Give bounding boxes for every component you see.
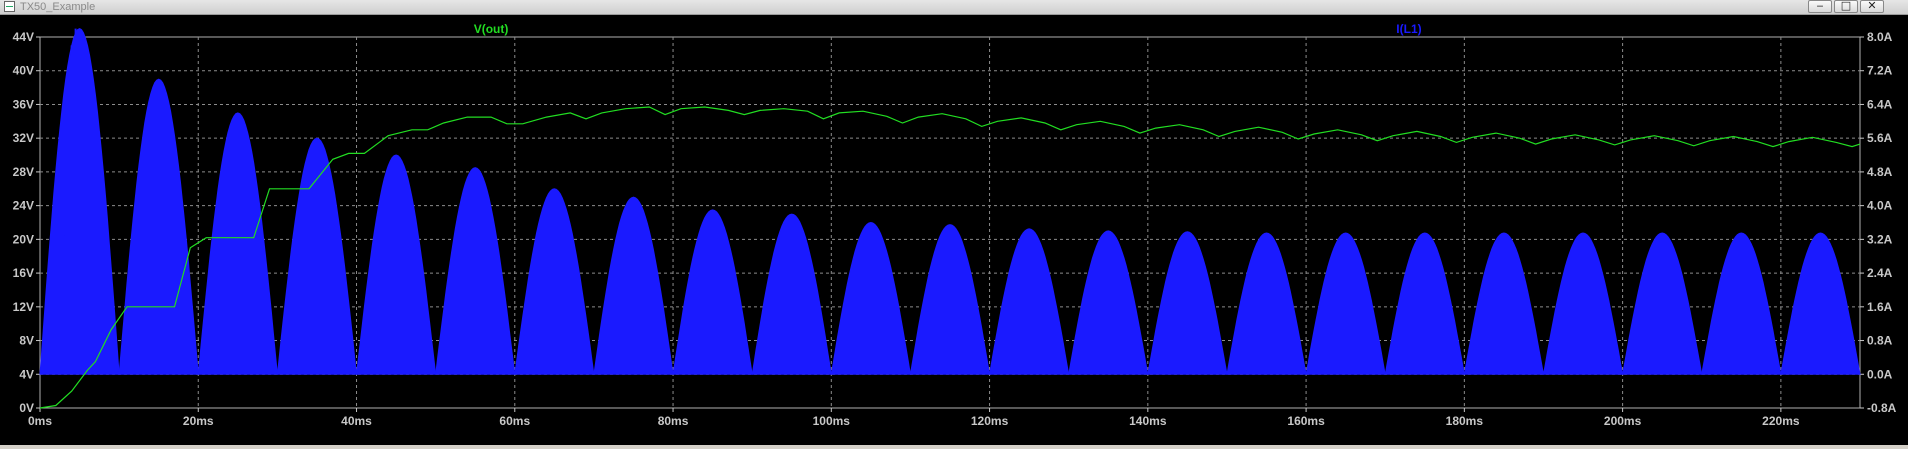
il1-current-pulse (1226, 232, 1307, 375)
il1-current-pulse (1701, 232, 1782, 375)
y-left-tick-label: 16V (13, 266, 34, 280)
il1-current-pulse (672, 209, 753, 375)
y-right-tick-label: 4.0A (1867, 199, 1893, 213)
x-tick-label: 200ms (1604, 414, 1642, 428)
x-tick-label: 160ms (1287, 414, 1325, 428)
il1-current-pulse (909, 224, 991, 375)
y-left-tick-label: 44V (13, 30, 34, 44)
x-tick-label: 100ms (813, 414, 851, 428)
close-icon: ✕ (1867, 0, 1877, 12)
waveform-plot-panel[interactable]: 0ms 20ms 40ms 60ms 80ms 100ms 120ms 140ms 160ms 1… (0, 15, 1908, 445)
y-right-tick-label: 5.6A (1867, 131, 1893, 145)
y-right-tick-label: 2.4A (1867, 266, 1893, 280)
il1-current-pulse (1780, 232, 1861, 375)
il1-current-pulse (1622, 232, 1703, 375)
y-left-tick-label: 0V (19, 401, 34, 415)
x-tick-label: 0ms (28, 414, 52, 428)
waveform-chart[interactable]: 0ms 20ms 40ms 60ms 80ms 100ms 120ms 140ms 160ms 1… (0, 15, 1908, 445)
il1-current-pulse (118, 78, 199, 375)
y-right-tick-label: 4.8A (1867, 165, 1893, 179)
legend-vout: V(out) (474, 22, 509, 36)
y-left-tick-label: 40V (13, 64, 34, 78)
maximize-icon: □ (1840, 0, 1852, 12)
minimize-button[interactable]: ‒ (1808, 0, 1832, 13)
y-right-tick-label: 0.0A (1867, 367, 1893, 381)
close-button[interactable]: ✕ (1860, 0, 1884, 13)
y-left-tick-label: 24V (13, 199, 34, 213)
x-tick-label: 20ms (183, 414, 214, 428)
il1-current-pulse (39, 28, 120, 375)
minimize-icon: ‒ (1816, 0, 1824, 12)
x-tick-label: 120ms (971, 414, 1009, 428)
y-left-tick-label: 32V (13, 131, 34, 145)
y-left-tick-label: 20V (13, 232, 34, 246)
x-tick-label: 40ms (341, 414, 372, 428)
x-tick-label: 140ms (1129, 414, 1167, 428)
y-left-tick-label: 8V (19, 334, 34, 348)
y-left-tick-label: 28V (13, 165, 34, 179)
maximize-button[interactable]: □ (1834, 0, 1858, 13)
legend-il1: I(L1) (1396, 22, 1421, 36)
y-right-tick-label: 6.4A (1867, 97, 1893, 111)
il1-current-pulse (197, 112, 278, 375)
waveform-app-icon (4, 1, 15, 12)
y-right-tick-label: -0.8A (1867, 401, 1897, 415)
y-right-tick-label: 3.2A (1867, 232, 1893, 246)
il1-current-pulse (276, 137, 358, 375)
il1-current-pulse (1147, 231, 1228, 375)
il1-current-pulse (514, 188, 595, 375)
x-tick-label: 180ms (1446, 414, 1484, 428)
il1-current-pulse (1463, 232, 1545, 375)
il1-current-pulse (751, 213, 832, 375)
y-right-tick-label: 1.6A (1867, 300, 1893, 314)
il1-current-pulse (593, 196, 674, 375)
x-tick-label: 80ms (658, 414, 689, 428)
il1-current-pulse (830, 221, 911, 375)
il1-current-pulse (355, 154, 437, 375)
y-left-tick-label: 12V (13, 300, 34, 314)
y-left-tick-label: 36V (13, 97, 34, 111)
y-right-tick-label: 0.8A (1867, 334, 1893, 348)
y-right-tick-label: 8.0A (1867, 30, 1893, 44)
il1-current-pulse (1305, 232, 1386, 375)
il1-current-pulse (989, 228, 1070, 375)
window-title: TX50_Example (20, 1, 96, 13)
y-left-tick-label: 4V (19, 367, 34, 381)
y-right-tick-label: 7.2A (1867, 64, 1893, 78)
window-titlebar: TX50_Example ‒ □ ✕ (0, 0, 1908, 15)
x-tick-label: 60ms (499, 414, 530, 428)
il1-current-pulse (1542, 232, 1624, 375)
il1-current-pulse (435, 167, 516, 375)
il1-current-pulse (1384, 232, 1465, 375)
x-tick-label: 220ms (1762, 414, 1800, 428)
il1-current-pulse (1068, 230, 1149, 375)
